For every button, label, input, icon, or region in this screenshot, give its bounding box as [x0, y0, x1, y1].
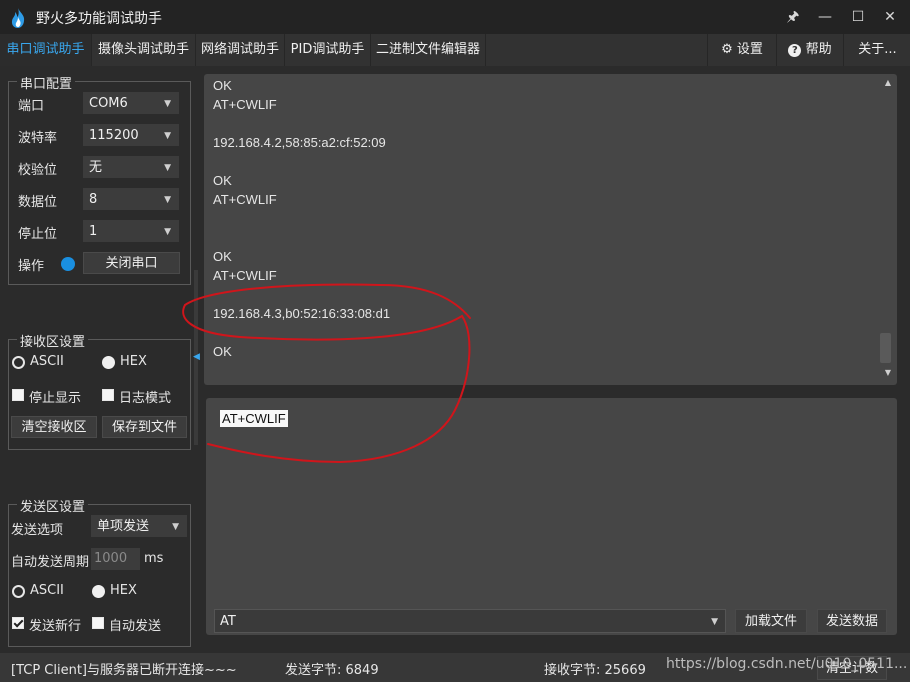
receive-area[interactable]: OK AT+CWLIF 192.168.4.2,58:85:a2:cf:52:09 O… — [204, 74, 897, 385]
sent-bytes: 发送字节: 6849 — [285, 663, 379, 678]
close-port-button[interactable]: 关闭串口 — [83, 252, 180, 274]
parity-label: 校验位 — [18, 163, 58, 178]
databits-value: 8 — [89, 192, 98, 207]
save-file-button[interactable]: 保存到文件 — [102, 416, 187, 438]
auto-send-label: 自动发送 — [109, 619, 162, 634]
send-hex-label: HEX — [110, 583, 137, 598]
chevron-down-icon: ▼ — [164, 131, 171, 141]
auto-period-label: 自动发送周期 — [11, 555, 90, 570]
parity-select[interactable]: 无 ▼ — [83, 156, 179, 178]
settings-label: 设置 — [736, 42, 763, 57]
help-label: 帮助 — [805, 42, 832, 57]
recv-settings-title: 接收区设置 — [17, 331, 89, 350]
tab-serial[interactable]: 串口调试助手 — [0, 34, 92, 66]
recv-line: 192.168.4.3,b0:52:16:33:08:d1 — [213, 306, 391, 321]
send-hex-radio[interactable] — [92, 585, 105, 598]
recv-hex-radio[interactable] — [102, 356, 115, 369]
clear-recv-button[interactable]: 清空接收区 — [11, 416, 97, 438]
baud-value: 115200 — [89, 128, 139, 143]
send-option-select[interactable]: 单项发送 ▼ — [91, 515, 187, 537]
chevron-down-icon: ▼ — [164, 163, 171, 173]
command-combo[interactable]: AT ▼ — [214, 609, 726, 633]
recv-line: AT+CWLIF — [213, 97, 277, 112]
received-bytes: 接收字节: 25669 — [544, 663, 646, 678]
minimize-button[interactable]: — — [810, 4, 840, 30]
tab-pid[interactable]: PID调试助手 — [285, 34, 371, 66]
recv-hex-label: HEX — [120, 354, 147, 369]
recv-line: OK — [213, 249, 232, 264]
chevron-down-icon: ▼ — [164, 99, 171, 109]
databits-label: 数据位 — [18, 195, 58, 210]
send-text-selection: AT+CWLIF — [220, 410, 288, 427]
watermark-text: https://blog.csdn.net/u010_0511... — [666, 656, 908, 672]
recv-scrollbar-thumb[interactable] — [880, 333, 891, 363]
scroll-down-icon[interactable]: ▼ — [885, 368, 891, 377]
send-option-label: 发送选项 — [11, 523, 64, 538]
port-value: COM6 — [89, 96, 128, 111]
auto-period-input[interactable]: 1000 — [91, 548, 140, 570]
port-status-indicator — [61, 257, 75, 271]
recv-line: 192.168.4.2,58:85:a2:cf:52:09 — [213, 135, 386, 150]
app-title: 野火多功能调试助手 — [36, 11, 162, 27]
baud-select[interactable]: 115200 ▼ — [83, 124, 179, 146]
send-settings-title: 发送区设置 — [17, 496, 89, 515]
chevron-down-icon: ▼ — [164, 195, 171, 205]
stopbits-label: 停止位 — [18, 227, 58, 242]
stop-display-checkbox[interactable] — [12, 389, 24, 401]
collapse-arrow-icon[interactable]: ◀ — [193, 352, 200, 362]
tab-camera[interactable]: 摄像头调试助手 — [92, 34, 196, 66]
chevron-down-icon: ▼ — [711, 617, 718, 627]
command-value: AT — [220, 614, 236, 629]
parity-value: 无 — [89, 160, 103, 175]
port-select[interactable]: COM6 ▼ — [83, 92, 179, 114]
send-data-button[interactable]: 发送数据 — [817, 609, 887, 633]
send-ascii-label: ASCII — [30, 583, 64, 598]
flame-logo-icon — [11, 8, 25, 28]
databits-select[interactable]: 8 ▼ — [83, 188, 179, 210]
help-button[interactable]: ? 帮助 — [776, 34, 843, 66]
log-mode-checkbox[interactable] — [102, 389, 114, 401]
chevron-down-icon: ▼ — [164, 227, 171, 237]
load-file-button[interactable]: 加载文件 — [735, 609, 807, 633]
send-option-value: 单项发送 — [97, 519, 150, 534]
about-button[interactable]: 关于... — [843, 34, 910, 66]
baud-label: 波特率 — [18, 131, 58, 146]
stopbits-value: 1 — [89, 224, 98, 239]
maximize-button[interactable]: ☐ — [843, 4, 873, 30]
recv-line: OK — [213, 78, 232, 93]
send-area[interactable]: AT+CWLIF — [206, 398, 897, 635]
stopbits-select[interactable]: 1 ▼ — [83, 220, 179, 242]
tab-binary-editor[interactable]: 二进制文件编辑器 — [371, 34, 486, 66]
close-button[interactable]: ✕ — [875, 4, 905, 30]
connection-status: [TCP Client]与服务器已断开连接~~~ — [11, 663, 237, 678]
gear-icon: ⚙ — [721, 42, 733, 57]
operation-label: 操作 — [18, 259, 45, 274]
title-bar: 野火多功能调试助手 🖈 — ☐ ✕ — [0, 0, 910, 34]
scroll-up-icon[interactable]: ▲ — [885, 78, 891, 87]
log-mode-label: 日志模式 — [119, 391, 172, 406]
tab-network[interactable]: 网络调试助手 — [196, 34, 285, 66]
auto-send-checkbox[interactable] — [92, 617, 104, 629]
send-newline-checkbox[interactable] — [12, 617, 24, 629]
recv-line: OK — [213, 344, 232, 359]
recv-line: AT+CWLIF — [213, 268, 277, 283]
recv-line: OK — [213, 173, 232, 188]
recv-ascii-radio[interactable] — [12, 356, 25, 369]
question-icon: ? — [788, 44, 802, 57]
send-ascii-radio[interactable] — [12, 585, 25, 598]
port-label: 端口 — [18, 99, 45, 114]
tab-bar: 串口调试助手 摄像头调试助手 网络调试助手 PID调试助手 二进制文件编辑器 ⚙… — [0, 34, 910, 66]
period-unit: ms — [144, 551, 164, 566]
pin-icon[interactable]: 🖈 — [778, 4, 808, 30]
recv-ascii-label: ASCII — [30, 354, 64, 369]
recv-line: AT+CWLIF — [213, 192, 277, 207]
stop-display-label: 停止显示 — [29, 391, 82, 406]
send-newline-label: 发送新行 — [29, 619, 82, 634]
settings-button[interactable]: ⚙ 设置 — [707, 34, 776, 66]
chevron-down-icon: ▼ — [172, 522, 179, 532]
serial-config-title: 串口配置 — [17, 73, 76, 92]
